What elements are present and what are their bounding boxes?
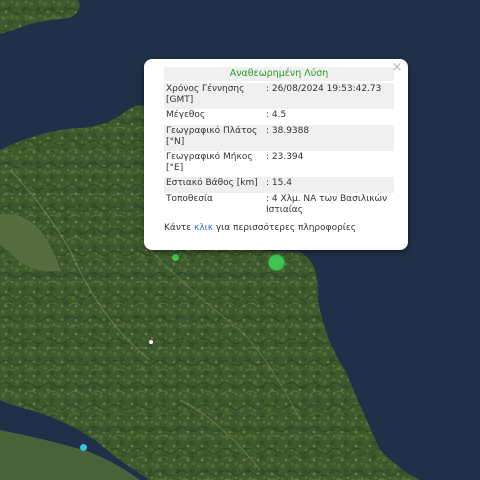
row-label: Εστιακό Βάθος [km] xyxy=(164,177,264,193)
table-row: Τοποθεσία : 4 Χλμ. ΝΑ των Βασιλικών Ιστι… xyxy=(164,193,394,219)
more-info-text: Κάντε κλικ για περισσότερες πληροφορίες xyxy=(164,223,394,233)
more-info-suffix: για περισσότερες πληροφορίες xyxy=(213,223,357,233)
row-label: Τοποθεσία xyxy=(166,194,213,204)
table-row: Μέγεθος : 4.5 xyxy=(164,109,394,125)
row-label: Χρόνος Γέννησης [GMT] xyxy=(164,83,264,109)
earthquake-details-table: Χρόνος Γέννησης [GMT] : 26/08/2024 19:53… xyxy=(164,83,394,219)
more-info-link[interactable]: κλικ xyxy=(194,223,213,233)
table-row: Γεωγραφικό Μήκος [°E] : 23.394 xyxy=(164,151,394,177)
earthquake-marker[interactable] xyxy=(80,444,87,451)
earthquake-marker[interactable] xyxy=(149,340,153,344)
row-value: : 4.5 xyxy=(266,110,287,120)
row-label: Γεωγραφικό Μήκος [°E] xyxy=(166,152,253,173)
earthquake-marker-main[interactable] xyxy=(268,254,285,271)
row-value: : 38.9388 xyxy=(264,125,394,151)
row-value: : 23.394 xyxy=(266,152,304,162)
row-label: Γεωγραφικό Πλάτος [°N] xyxy=(164,125,264,151)
table-row: Χρόνος Γέννησης [GMT] : 26/08/2024 19:53… xyxy=(164,83,394,109)
earthquake-marker[interactable] xyxy=(172,254,179,261)
close-icon[interactable]: × xyxy=(390,61,404,75)
popup-title: Αναθεωρημένη Λύση xyxy=(164,67,394,81)
table-row: Γεωγραφικό Πλάτος [°N] : 38.9388 xyxy=(164,125,394,151)
row-value: : 4 Χλμ. ΝΑ των Βασιλικών Ιστιαίας xyxy=(266,194,388,215)
more-info-prefix: Κάντε xyxy=(164,223,195,233)
table-row: Εστιακό Βάθος [km] : 15.4 xyxy=(164,177,394,193)
row-value: : 26/08/2024 19:53:42.73 xyxy=(264,83,394,109)
row-value: : 15.4 xyxy=(264,177,394,193)
row-label: Μέγεθος xyxy=(166,110,206,120)
earthquake-info-popup: × Αναθεωρημένη Λύση Χρόνος Γέννησης [GMT… xyxy=(144,59,408,250)
